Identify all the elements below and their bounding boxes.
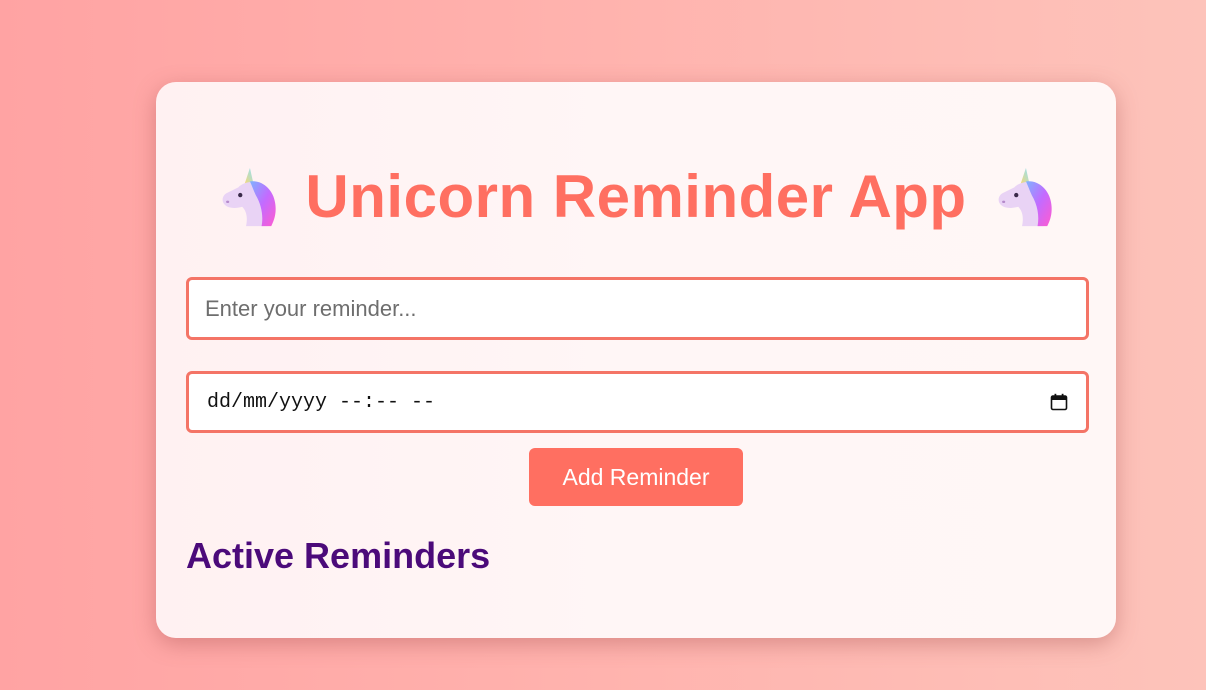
unicorn-icon (998, 167, 1052, 227)
page-title: Unicorn Reminder App (156, 163, 1116, 230)
active-reminders-heading: Active Reminders (186, 535, 491, 576)
datetime-value: dd/mm/yyyy --:-- -- (207, 390, 436, 414)
app-title: Unicorn Reminder App (305, 163, 967, 230)
reminder-input[interactable] (186, 277, 1089, 340)
add-reminder-button[interactable]: Add Reminder (529, 448, 743, 506)
calendar-icon[interactable] (1050, 393, 1068, 411)
unicorn-icon (223, 167, 277, 227)
reminder-card: Unicorn Reminder App dd/mm/yyyy --: (156, 82, 1116, 638)
datetime-input[interactable]: dd/mm/yyyy --:-- -- (186, 371, 1089, 433)
